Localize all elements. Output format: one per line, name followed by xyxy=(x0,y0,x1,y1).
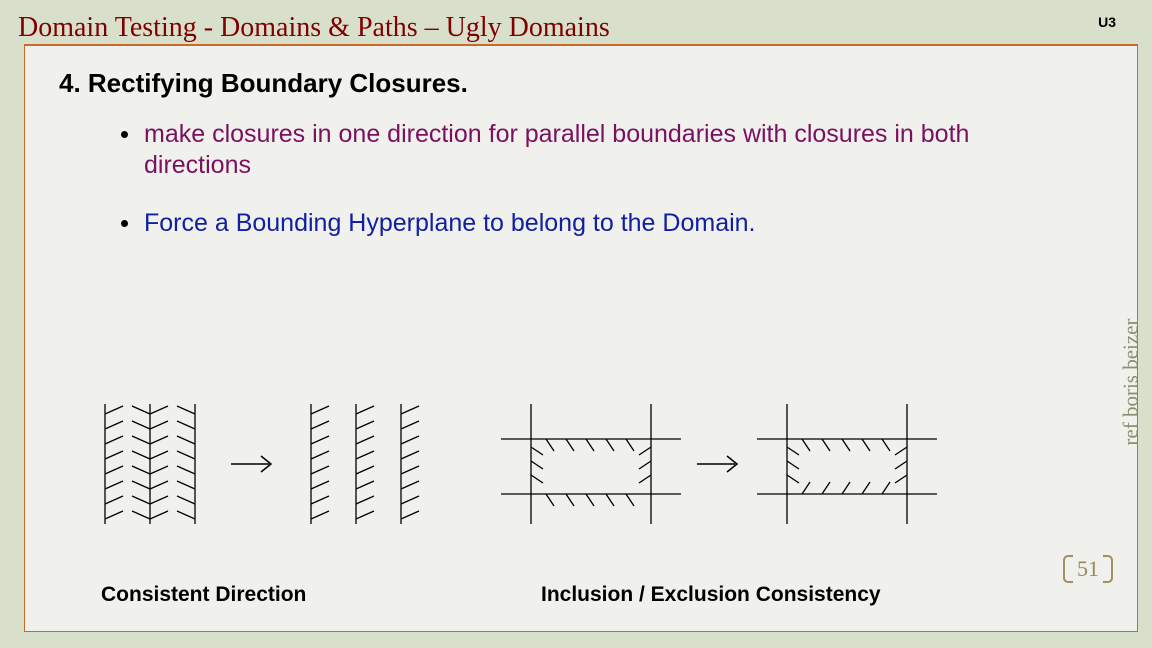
unit-label: U3 xyxy=(1098,14,1116,30)
diagram-consistent-left xyxy=(75,394,225,534)
bullet-text: make closures in one direction for paral… xyxy=(144,119,1065,182)
diagram-row xyxy=(75,384,1087,544)
diagram-consistent-right xyxy=(281,394,431,534)
bracket-right-icon xyxy=(1103,555,1113,583)
arrow-icon xyxy=(691,444,747,484)
page-number: 51 xyxy=(1063,554,1113,583)
page-number-value: 51 xyxy=(1077,556,1099,581)
diagram-inclusion-left xyxy=(491,399,691,529)
diagram-inclusion-right xyxy=(747,399,947,529)
caption-inclusion: Inclusion / Exclusion Consistency xyxy=(541,583,881,607)
bullet-list: make closures in one direction for paral… xyxy=(25,113,1137,239)
bullet-text: Force a Bounding Hyperplane to belong to… xyxy=(144,208,756,239)
bracket-left-icon xyxy=(1063,555,1073,583)
bullet-dot-icon xyxy=(121,220,128,227)
caption-consistent: Consistent Direction xyxy=(101,583,481,607)
caption-row: Consistent Direction Inclusion / Exclusi… xyxy=(25,583,1137,607)
side-reference: ref boris beizer xyxy=(1119,319,1144,446)
section-heading: 4. Rectifying Boundary Closures. xyxy=(25,46,1137,113)
slide-title: Domain Testing - Domains & Paths – Ugly … xyxy=(18,12,610,44)
bullet-item: make closures in one direction for paral… xyxy=(121,119,1065,182)
arrow-icon xyxy=(225,444,281,484)
bullet-dot-icon xyxy=(121,131,128,138)
bullet-item: Force a Bounding Hyperplane to belong to… xyxy=(121,208,1065,239)
content-panel: 4. Rectifying Boundary Closures. make cl… xyxy=(24,44,1138,632)
